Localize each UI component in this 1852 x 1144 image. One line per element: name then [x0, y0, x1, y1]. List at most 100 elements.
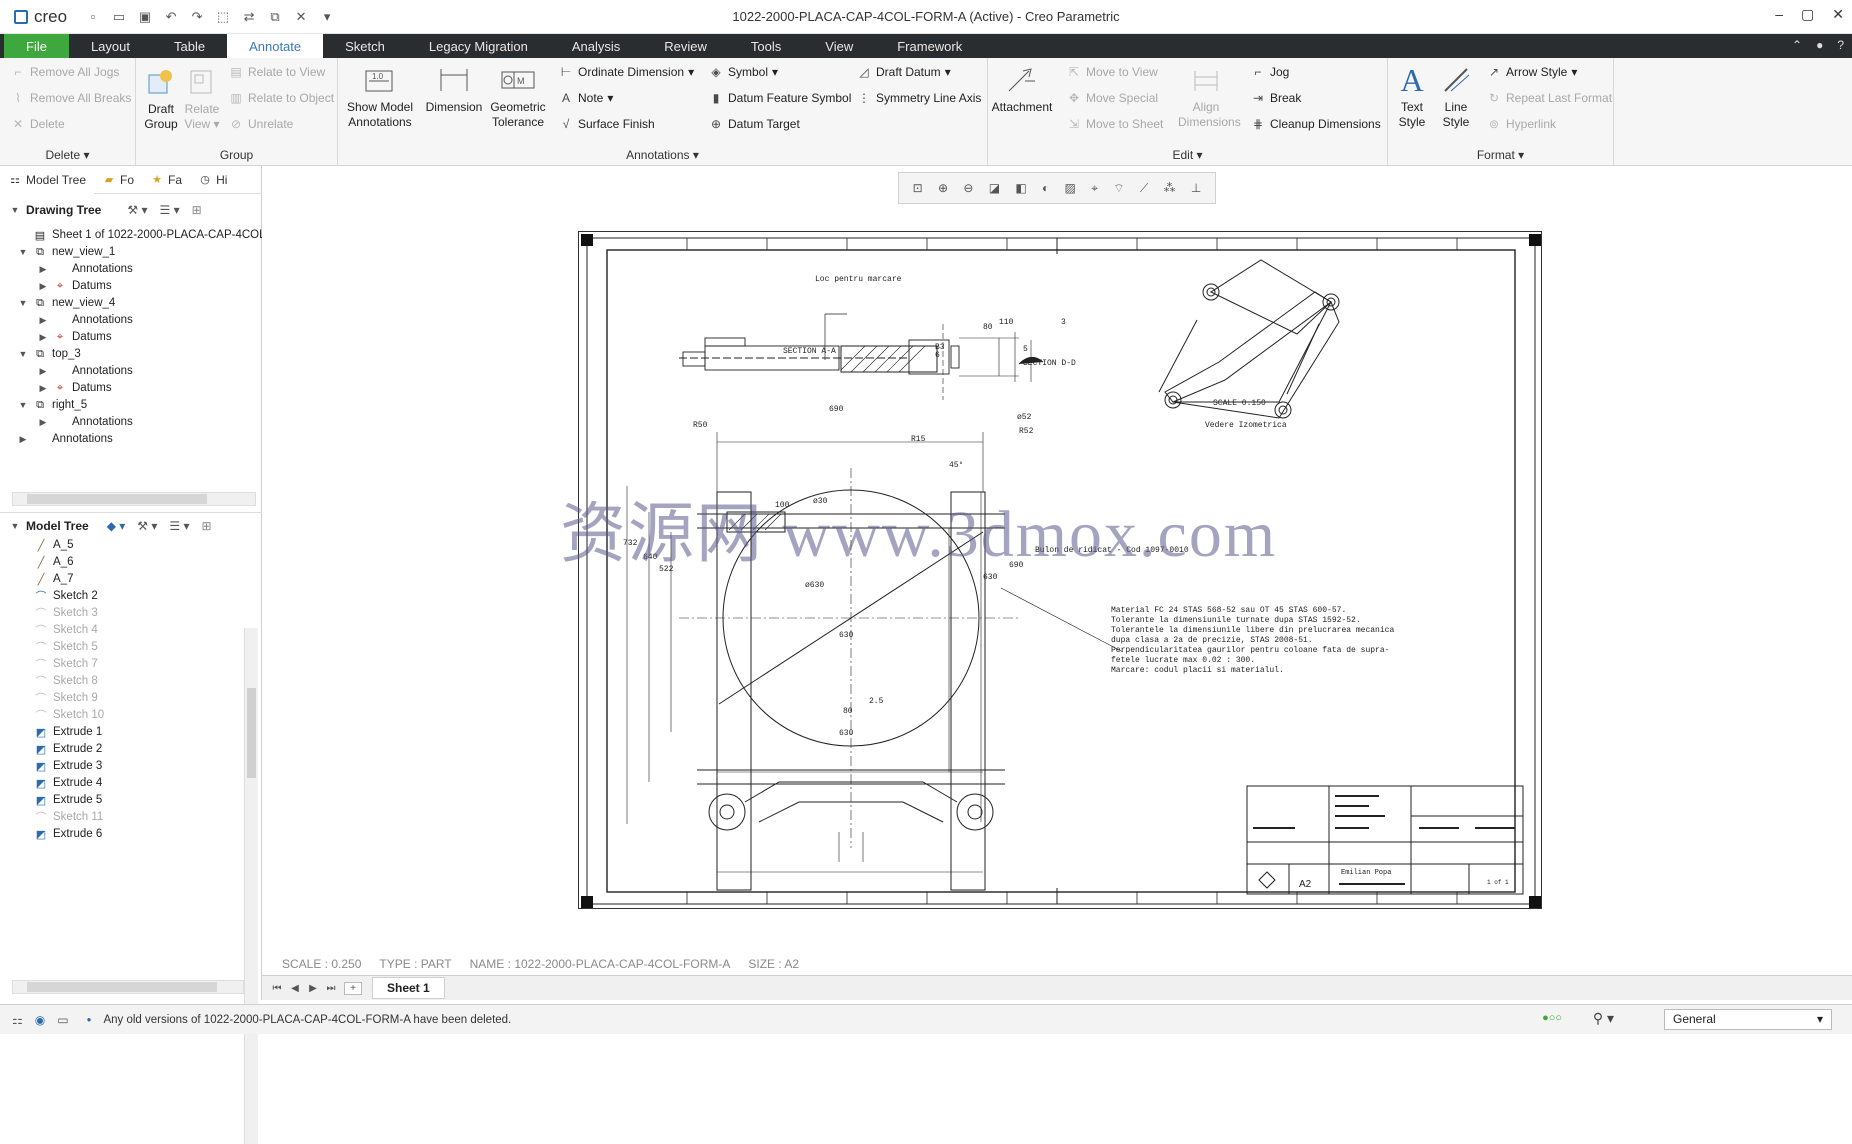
model-tree-item[interactable]: ╱ A_7	[34, 570, 74, 588]
find-icon[interactable]: ⚲ ▾	[1593, 1010, 1614, 1027]
datum-target-button[interactable]: ⊕ Datum Target	[708, 116, 800, 132]
refit-icon[interactable]: ⊡	[913, 181, 923, 195]
draft-group-button[interactable]: Draft Group	[140, 64, 182, 132]
tab-history[interactable]: ◷ Hi	[190, 166, 235, 194]
model-tree-item[interactable]: ⌒ Sketch 3	[34, 604, 98, 622]
model-tree-item[interactable]: ⌒ Sketch 10	[34, 706, 105, 724]
model-tree-part-icon[interactable]: ◆ ▾	[107, 519, 126, 533]
tab-sketch[interactable]: Sketch	[323, 34, 407, 58]
saved-views-icon[interactable]: ◐	[1042, 181, 1049, 195]
selection-filter-dropdown[interactable]: General ▾	[1664, 1009, 1832, 1030]
tree-columns-icon[interactable]: ⊞	[192, 203, 202, 217]
format-group-label[interactable]: Format ▾	[1388, 148, 1613, 162]
dimension-button[interactable]: Dimension	[422, 62, 486, 115]
delete-button[interactable]: ✕ Delete	[10, 116, 65, 132]
model-tree-item[interactable]: ◩ Extrude 4	[34, 774, 102, 792]
redo-icon[interactable]: ↷	[187, 8, 207, 26]
tab-favorites[interactable]: ★ Fa	[142, 166, 190, 194]
edit-group-label[interactable]: Edit ▾	[988, 148, 1387, 162]
move-to-view-button[interactable]: ⇱ Move to View	[1066, 64, 1158, 80]
tab-analysis[interactable]: Analysis	[550, 34, 642, 58]
expand-icon[interactable]: ▶	[38, 417, 48, 428]
model-tree-item[interactable]: ⌒ Sketch 5	[34, 638, 98, 656]
model-tree-item[interactable]: ╱ A_5	[34, 536, 74, 554]
undo-icon[interactable]: ↶	[161, 8, 181, 26]
remove-all-breaks-button[interactable]: ⌇ Remove All Breaks	[10, 90, 131, 106]
open-folder-icon[interactable]: ▭	[109, 8, 129, 26]
zoom-out-icon[interactable]: ⊖	[963, 181, 973, 195]
view-manager-icon[interactable]: ▨	[1065, 181, 1076, 195]
drawing-tree-item[interactable]: ▶ Annotations	[38, 311, 133, 329]
tab-layout[interactable]: Layout	[69, 34, 152, 58]
expand-icon[interactable]: ▶	[18, 434, 28, 445]
collapse-icon[interactable]: ▼	[18, 247, 28, 257]
select-box-icon[interactable]: ⬚	[213, 8, 233, 26]
tab-framework[interactable]: Framework	[875, 34, 984, 58]
expand-icon[interactable]: ▶	[38, 332, 48, 343]
line-style-button[interactable]: Line Style	[1434, 62, 1478, 130]
repaint-icon[interactable]: ◪	[989, 181, 1000, 195]
model-tree-item[interactable]: ⌒ Sketch 4	[34, 621, 98, 639]
model-tree-columns-icon[interactable]: ⊞	[202, 519, 212, 533]
model-tree-hscroll[interactable]	[12, 980, 244, 994]
model-tree-filter-icon[interactable]: ☰ ▾	[169, 519, 189, 533]
expand-icon[interactable]: ▶	[38, 264, 48, 275]
move-to-sheet-button[interactable]: ⇲ Move to Sheet	[1066, 116, 1163, 132]
expand-icon[interactable]: ▶	[38, 383, 48, 394]
collapse-icon[interactable]: ▼	[18, 400, 28, 410]
close-window-icon[interactable]: ✕	[291, 8, 311, 26]
model-tree-item[interactable]: ◩ Extrude 3	[34, 757, 102, 775]
cleanup-dimensions-button[interactable]: ⋕ Cleanup Dimensions	[1250, 116, 1381, 132]
maximize-icon[interactable]: ▢	[1801, 6, 1814, 23]
model-tree-item[interactable]: ◩ Extrude 6	[34, 825, 102, 843]
model-tree-item[interactable]: ⌒ Sketch 2	[34, 587, 98, 605]
axis-display-icon[interactable]: ⟋	[1140, 181, 1148, 196]
tab-annotate[interactable]: Annotate	[227, 34, 324, 58]
display-style-icon[interactable]: ◧	[1015, 181, 1026, 195]
minimize-icon[interactable]: –	[1775, 6, 1783, 23]
tab-model-tree[interactable]: ⚏ Model Tree	[0, 165, 95, 194]
note-button[interactable]: A Note ▾	[558, 90, 613, 106]
tab-folder-browser[interactable]: ▰ Fo	[94, 166, 142, 194]
drawing-tree-item[interactable]: ▼ ⧉ new_view_4	[18, 294, 116, 312]
sheet-tab[interactable]: Sheet 1	[372, 977, 445, 999]
model-tree-item[interactable]: ╱ A_6	[34, 553, 74, 571]
add-sheet-icon[interactable]: +	[344, 981, 362, 995]
datum-feature-symbol-button[interactable]: ▮ Datum Feature Symbol	[708, 90, 852, 106]
attachment-button[interactable]: Attachment	[990, 62, 1054, 115]
remove-all-jogs-button[interactable]: ⌐ Remove All Jogs	[10, 64, 119, 80]
datum-display-icon[interactable]: ⌖	[1091, 181, 1098, 196]
drawing-tree-hscroll[interactable]	[12, 492, 256, 506]
unrelate-button[interactable]: ⊘ Unrelate	[228, 116, 293, 132]
break-button[interactable]: ⇥ Break	[1250, 90, 1301, 106]
tab-review[interactable]: Review	[642, 34, 729, 58]
relate-view-button[interactable]: Relate View ▾	[182, 64, 222, 132]
surface-finish-button[interactable]: √ Surface Finish	[558, 116, 655, 132]
drawing-tree-item[interactable]: ▶ ⌖ Datums	[38, 379, 112, 397]
tree-settings-icon[interactable]: ⚒ ▾	[127, 203, 147, 217]
last-sheet-icon[interactable]: ⏭	[322, 983, 340, 994]
drawing-tree-item[interactable]: ▼ ⧉ right_5	[18, 396, 88, 414]
first-sheet-icon[interactable]: ⏮	[268, 983, 286, 994]
zoom-in-icon[interactable]: ⊕	[938, 181, 948, 195]
fullscreen-icon[interactable]: ▭	[57, 1013, 68, 1027]
annotations-group-label[interactable]: Annotations ▾	[338, 148, 987, 162]
collapse-drawing-tree-icon[interactable]: ▼	[10, 205, 20, 215]
drawing-tree-item[interactable]: ▶ ⌖ Datums	[38, 277, 112, 295]
model-tree-item[interactable]: ⌒ Sketch 8	[34, 672, 98, 690]
draft-datum-button[interactable]: ◿ Draft Datum ▾	[856, 64, 950, 80]
relate-to-object-button[interactable]: ▥ Relate to Object	[228, 90, 334, 106]
expand-icon[interactable]: ▶	[38, 281, 48, 292]
tab-tools[interactable]: Tools	[729, 34, 803, 58]
show-model-annotations-button[interactable]: 1.0 Show Model Annotations	[338, 62, 422, 130]
model-tree-vscroll[interactable]	[244, 628, 258, 1144]
drawing-tree-item[interactable]: ▶ Annotations	[38, 413, 133, 431]
customize-icon[interactable]: ▾	[317, 8, 337, 26]
windows-icon[interactable]: ⧉	[265, 8, 285, 26]
browser-toggle-icon[interactable]: ◉	[35, 1013, 45, 1027]
move-special-button[interactable]: ✥ Move Special	[1066, 90, 1158, 106]
tab-table[interactable]: Table	[152, 34, 227, 58]
drawing-tree-item[interactable]: ▶ Annotations	[38, 362, 133, 380]
model-tree-item[interactable]: ◩ Extrude 1	[34, 723, 102, 741]
model-tree-item[interactable]: ◩ Extrude 2	[34, 740, 102, 758]
